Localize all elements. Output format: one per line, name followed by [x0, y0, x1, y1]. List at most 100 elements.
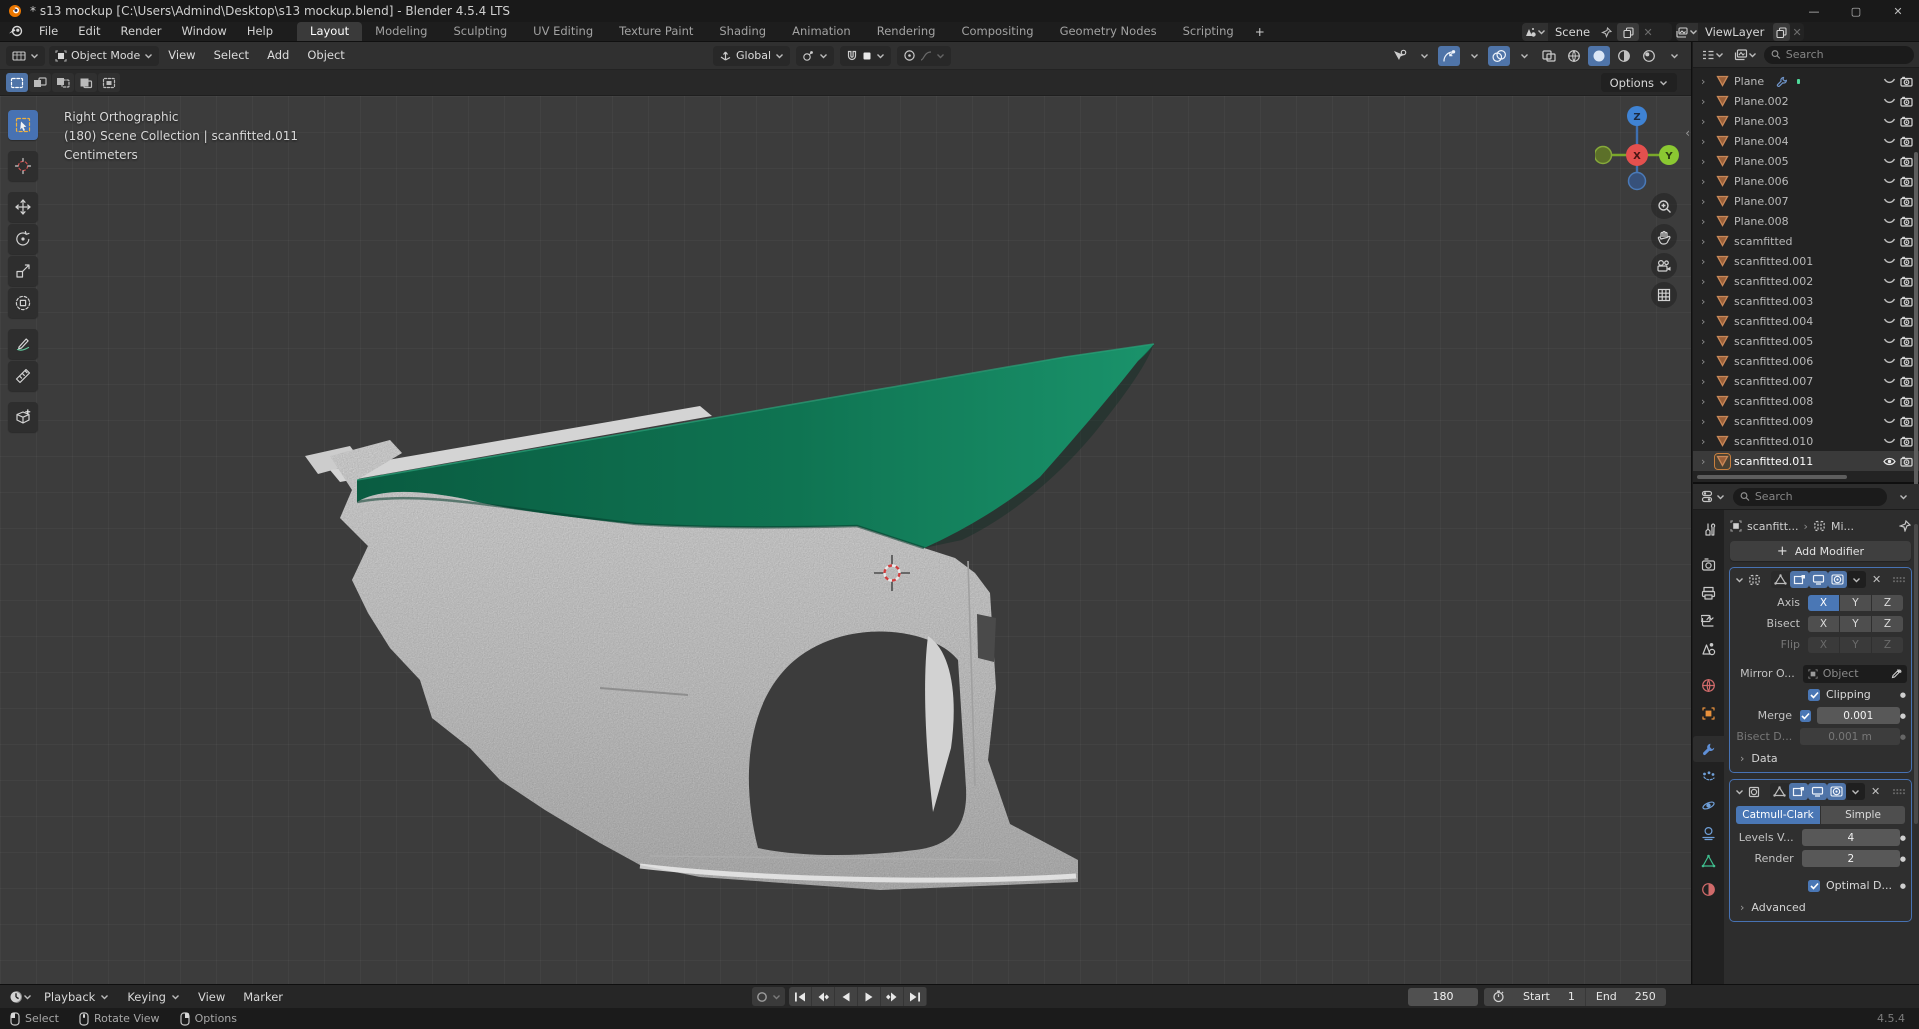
eye-closed-icon[interactable] [1883, 217, 1896, 225]
tool-add-cube[interactable] [8, 402, 38, 432]
render-toggle[interactable] [1827, 783, 1846, 800]
tool-rotate[interactable] [8, 224, 38, 254]
bisect-distance-field[interactable]: 0.001 m [1800, 728, 1900, 745]
eye-closed-icon[interactable] [1883, 337, 1896, 345]
drag-handle-icon[interactable] [1892, 576, 1906, 583]
eye-closed-icon[interactable] [1883, 417, 1896, 425]
tool-select-box[interactable] [8, 110, 38, 140]
expand-icon[interactable]: › [1701, 75, 1711, 88]
viewport-canvas[interactable]: Right Orthographic (180) Scene Collectio… [0, 96, 1691, 984]
modifier-wrench-icon[interactable] [1776, 76, 1787, 87]
gizmos-button[interactable] [1438, 46, 1460, 66]
new-view-layer-button[interactable] [1773, 23, 1790, 41]
advanced-subpanel-header[interactable]: ›Advanced [1730, 898, 1911, 917]
clipping-checkbox[interactable] [1808, 689, 1820, 701]
camera-visibility-icon[interactable] [1900, 116, 1913, 127]
timeline-menu-view[interactable]: View [189, 990, 234, 1004]
extras-dropdown[interactable] [1847, 571, 1866, 588]
outliner-item-scanfitted.011[interactable]: ›scanfitted.011 [1693, 451, 1919, 471]
jump-to-end-button[interactable] [904, 987, 927, 1006]
jump-to-start-button[interactable] [789, 987, 812, 1006]
add-workspace-button[interactable]: + [1247, 25, 1273, 39]
eye-closed-icon[interactable] [1883, 277, 1896, 285]
expand-icon[interactable]: › [1701, 195, 1711, 208]
expand-icon[interactable]: › [1701, 155, 1711, 168]
select-mode-intersect[interactable] [98, 73, 120, 92]
outliner-item-plane[interactable]: ›Plane [1693, 71, 1919, 91]
camera-visibility-icon[interactable] [1900, 96, 1913, 107]
timeline-menu-keying[interactable]: Keying [118, 990, 189, 1004]
properties-search-input[interactable] [1755, 490, 1880, 503]
animate-dot[interactable]: ● [1900, 691, 1907, 699]
collection-filter-selector[interactable] [1731, 45, 1760, 65]
camera-visibility-icon[interactable] [1900, 436, 1913, 447]
bisect-y-button[interactable]: Y [1840, 616, 1871, 632]
camera-visibility-icon[interactable] [1900, 336, 1913, 347]
eye-closed-icon[interactable] [1883, 137, 1896, 145]
merge-checkbox[interactable] [1800, 710, 1811, 722]
timeline-menu-marker[interactable]: Marker [234, 990, 292, 1004]
animate-dot[interactable]: ● [1900, 855, 1907, 863]
tool-transform[interactable] [8, 288, 38, 318]
remove-modifier-icon[interactable]: ✕ [1871, 785, 1880, 798]
shading-wireframe-button[interactable] [1563, 46, 1585, 66]
drag-handle-icon[interactable] [1892, 788, 1906, 795]
delete-scene-icon[interactable]: ✕ [1639, 26, 1657, 39]
camera-visibility-icon[interactable] [1900, 276, 1913, 287]
outliner-item-plane.004[interactable]: ›Plane.004 [1693, 131, 1919, 151]
animate-dot[interactable]: ● [1900, 733, 1907, 741]
properties-tab-scene-icon[interactable] [1693, 636, 1724, 662]
render-levels-field[interactable]: 2 [1802, 850, 1900, 867]
remove-modifier-icon[interactable]: ✕ [1872, 573, 1881, 586]
outliner-item-scanfitted.006[interactable]: ›scanfitted.006 [1693, 351, 1919, 371]
edit-mode-toggle[interactable] [1789, 783, 1808, 800]
outliner-item-scanfitted.010[interactable]: ›scanfitted.010 [1693, 431, 1919, 451]
camera-visibility-icon[interactable] [1900, 396, 1913, 407]
previous-keyframe-button[interactable] [812, 987, 835, 1006]
eye-closed-icon[interactable] [1883, 437, 1896, 445]
gizmos-dropdown[interactable] [1463, 46, 1485, 66]
new-scene-button[interactable] [1617, 23, 1639, 41]
expand-icon[interactable] [1735, 789, 1744, 795]
expand-icon[interactable]: › [1701, 355, 1711, 368]
eye-closed-icon[interactable] [1883, 397, 1896, 405]
camera-visibility-icon[interactable] [1900, 256, 1913, 267]
remove-view-layer-icon[interactable]: ✕ [1790, 26, 1804, 39]
navigation-gizmo[interactable]: Z Y X [1595, 100, 1679, 196]
realtime-toggle[interactable] [1809, 571, 1828, 588]
outliner-item-plane.002[interactable]: ›Plane.002 [1693, 91, 1919, 111]
expand-icon[interactable]: › [1701, 95, 1711, 108]
outliner-item-plane.007[interactable]: ›Plane.007 [1693, 191, 1919, 211]
outliner-item-scanfitted.007[interactable]: ›scanfitted.007 [1693, 371, 1919, 391]
menu-help[interactable]: Help [237, 22, 283, 41]
expand-icon[interactable] [1735, 577, 1744, 583]
camera-view-button[interactable] [1651, 253, 1677, 279]
properties-scrollbar[interactable] [1914, 524, 1918, 824]
camera-visibility-icon[interactable] [1900, 156, 1913, 167]
camera-visibility-icon[interactable] [1900, 196, 1913, 207]
properties-tab-data-icon[interactable] [1693, 848, 1724, 874]
outliner-item-scamfitted[interactable]: ›scamfitted [1693, 231, 1919, 251]
workspace-tab-modeling[interactable]: Modeling [362, 22, 440, 41]
outliner-item-scanfitted.008[interactable]: ›scanfitted.008 [1693, 391, 1919, 411]
properties-tab-view-layer-icon[interactable] [1693, 608, 1724, 634]
properties-tab-object-icon[interactable] [1693, 700, 1724, 726]
outliner-item-plane.008[interactable]: ›Plane.008 [1693, 211, 1919, 231]
eye-closed-icon[interactable] [1883, 157, 1896, 165]
expand-icon[interactable]: › [1701, 215, 1711, 228]
timeline-menu-playback[interactable]: Playback [35, 990, 118, 1004]
expand-icon[interactable]: › [1701, 395, 1711, 408]
properties-tab-tool-icon[interactable] [1693, 516, 1724, 542]
properties-tab-render-icon[interactable] [1693, 552, 1724, 578]
expand-icon[interactable]: › [1701, 315, 1711, 328]
animate-dot[interactable]: ● [1900, 882, 1907, 890]
breadcrumb-object[interactable]: scanfitt... [1747, 520, 1799, 533]
tool-cursor[interactable] [8, 151, 38, 181]
show-object-types-dropdown[interactable] [1413, 46, 1435, 66]
outliner-search-input[interactable] [1786, 48, 1907, 61]
axis-y-button[interactable]: Y [1840, 595, 1871, 611]
axis-x-button[interactable]: X [1808, 595, 1839, 611]
levels-viewport-field[interactable]: 4 [1802, 829, 1900, 846]
outliner-vertical-scrollbar[interactable] [1914, 152, 1918, 492]
expand-icon[interactable]: › [1701, 135, 1711, 148]
